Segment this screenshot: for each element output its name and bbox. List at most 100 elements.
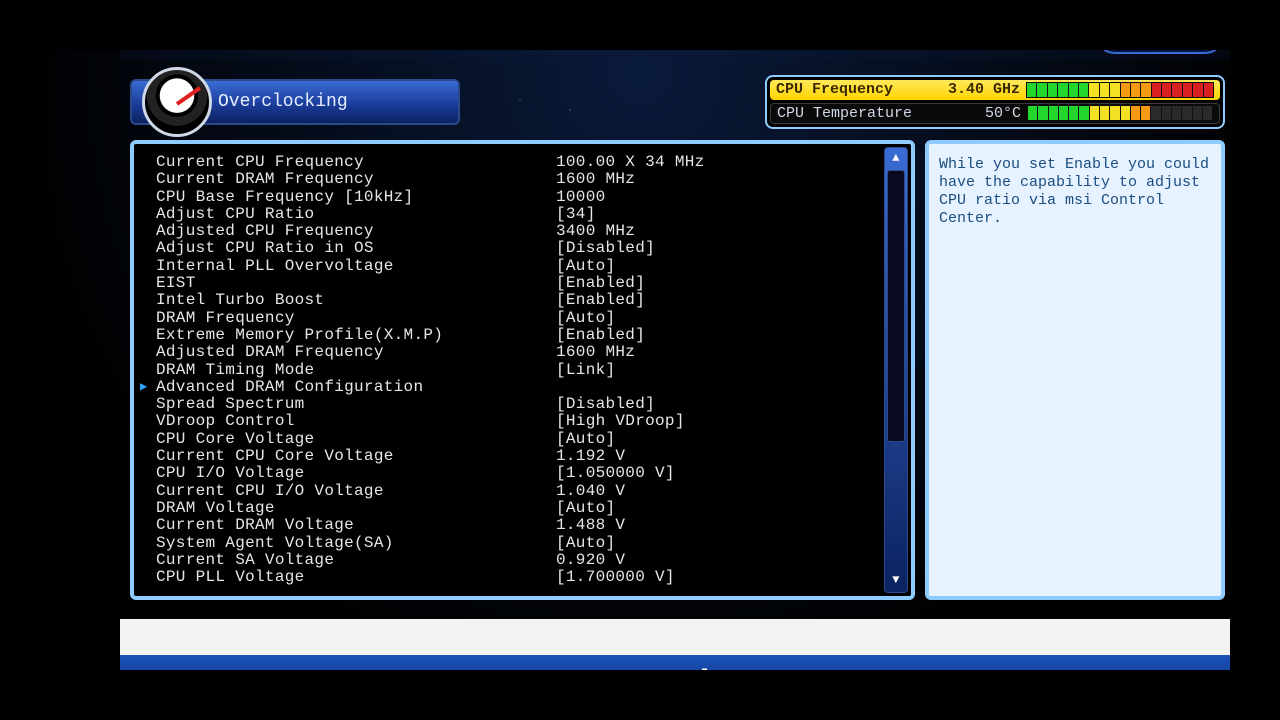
- back-button[interactable]: Back: [1095, 14, 1225, 54]
- setting-value[interactable]: [1.700000 V]: [556, 569, 675, 586]
- setting-key: Current CPU Frequency: [156, 154, 556, 171]
- brand-logo: msi: [642, 662, 707, 704]
- cpu-temperature-value: 50°C: [947, 105, 1027, 122]
- setting-key: Extreme Memory Profile(X.M.P): [156, 327, 556, 344]
- setting-row: Current CPU Core Voltage1.192 V: [156, 448, 899, 465]
- setting-row: Adjusted CPU Frequency3400 MHz: [156, 223, 899, 240]
- setting-value: 0.920 V: [556, 552, 625, 569]
- setting-value[interactable]: [Auto]: [556, 431, 615, 448]
- cpu-temperature-readout: CPU Temperature 50°C: [770, 103, 1220, 125]
- setting-row[interactable]: DRAM Frequency[Auto]: [156, 310, 899, 327]
- setting-value: 100.00 X 34 MHz: [556, 154, 705, 171]
- setting-row[interactable]: CPU I/O Voltage[1.050000 V]: [156, 465, 899, 482]
- setting-value[interactable]: [Disabled]: [556, 396, 655, 413]
- setting-value[interactable]: [Disabled]: [556, 240, 655, 257]
- setting-value: 1600 MHz: [556, 171, 635, 188]
- setting-value: 1.192 V: [556, 448, 625, 465]
- section-title: Overclocking: [218, 92, 348, 112]
- setting-value[interactable]: [Enabled]: [556, 275, 645, 292]
- setting-value[interactable]: 10000: [556, 189, 606, 206]
- overclocking-tab[interactable]: Overclocking: [130, 79, 460, 125]
- setting-value[interactable]: [1.050000 V]: [556, 465, 675, 482]
- cpu-frequency-value: 3.40 GHz: [946, 81, 1026, 98]
- setting-row[interactable]: Adjust CPU Ratio in OS[Disabled]: [156, 240, 899, 257]
- setting-key: CPU Core Voltage: [156, 431, 556, 448]
- setting-key: Current CPU I/O Voltage: [156, 483, 556, 500]
- gauge-icon: [142, 67, 212, 137]
- setting-value: 1.488 V: [556, 517, 625, 534]
- setting-row[interactable]: Internal PLL Overvoltage[Auto]: [156, 258, 899, 275]
- setting-row[interactable]: CPU Core Voltage[Auto]: [156, 431, 899, 448]
- readouts-panel: CPU Frequency 3.40 GHz CPU Temperature 5…: [765, 75, 1225, 129]
- scrollbar[interactable]: ▲▼: [884, 147, 908, 593]
- logo-click-text: CLiCK: [138, 11, 247, 50]
- setting-key: DRAM Frequency: [156, 310, 556, 327]
- setting-key: DRAM Voltage: [156, 500, 556, 517]
- setting-row[interactable]: CPU PLL Voltage[1.700000 V]: [156, 569, 899, 586]
- setting-key: CPU Base Frequency [10kHz]: [156, 189, 556, 206]
- setting-value[interactable]: [Auto]: [556, 310, 615, 327]
- top-bar: CLiCK BIOS Efficient.Flexible.Intelligen…: [120, 0, 1235, 60]
- back-arrow-icon: [1120, 24, 1146, 44]
- setting-row[interactable]: System Agent Voltage(SA)[Auto]: [156, 535, 899, 552]
- setting-row[interactable]: Advanced DRAM Configuration: [156, 379, 899, 396]
- setting-value[interactable]: [Enabled]: [556, 327, 645, 344]
- scroll-track[interactable]: [885, 170, 907, 570]
- setting-key: Adjust CPU Ratio: [156, 206, 556, 223]
- setting-row[interactable]: DRAM Voltage[Auto]: [156, 500, 899, 517]
- setting-key: CPU I/O Voltage: [156, 465, 556, 482]
- setting-row[interactable]: DRAM Timing Mode[Link]: [156, 362, 899, 379]
- setting-key: Adjust CPU Ratio in OS: [156, 240, 556, 257]
- help-panel: While you set Enable you could have the …: [925, 140, 1225, 600]
- setting-key: Internal PLL Overvoltage: [156, 258, 556, 275]
- setting-row: Current DRAM Frequency1600 MHz: [156, 171, 899, 188]
- setting-row: Adjusted DRAM Frequency1600 MHz: [156, 344, 899, 361]
- logo-bios-text: BIOS: [247, 11, 330, 50]
- cpu-frequency-readout: CPU Frequency 3.40 GHz: [770, 80, 1220, 100]
- setting-key: EIST: [156, 275, 556, 292]
- setting-row[interactable]: Extreme Memory Profile(X.M.P)[Enabled]: [156, 327, 899, 344]
- setting-row: Current CPU I/O Voltage1.040 V: [156, 483, 899, 500]
- setting-value[interactable]: [Auto]: [556, 500, 615, 517]
- setting-value[interactable]: [Auto]: [556, 258, 615, 275]
- setting-key: Intel Turbo Boost: [156, 292, 556, 309]
- setting-value[interactable]: [High VDroop]: [556, 413, 685, 430]
- scroll-down-icon[interactable]: ▼: [885, 570, 907, 592]
- setting-value[interactable]: [34]: [556, 206, 596, 223]
- setting-row[interactable]: Spread Spectrum[Disabled]: [156, 396, 899, 413]
- setting-row[interactable]: EIST[Enabled]: [156, 275, 899, 292]
- setting-key: DRAM Timing Mode: [156, 362, 556, 379]
- setting-row: Current CPU Frequency100.00 X 34 MHz: [156, 154, 899, 171]
- setting-row[interactable]: CPU Base Frequency [10kHz]10000: [156, 189, 899, 206]
- setting-value[interactable]: [Link]: [556, 362, 615, 379]
- cpu-frequency-label: CPU Frequency: [776, 81, 946, 98]
- cpu-temperature-bar: [1027, 105, 1213, 121]
- setting-row[interactable]: VDroop Control[High VDroop]: [156, 413, 899, 430]
- setting-value: 1.040 V: [556, 483, 625, 500]
- setting-row[interactable]: Intel Turbo Boost[Enabled]: [156, 292, 899, 309]
- setting-key: Spread Spectrum: [156, 396, 556, 413]
- scroll-thumb[interactable]: [887, 170, 905, 442]
- setting-row[interactable]: Adjust CPU Ratio[34]: [156, 206, 899, 223]
- brand-bar: msi: [120, 655, 1230, 710]
- help-text: While you set Enable you could have the …: [939, 156, 1209, 227]
- scroll-up-icon[interactable]: ▲: [885, 148, 907, 170]
- setting-key: CPU PLL Voltage: [156, 569, 556, 586]
- setting-key: Current DRAM Voltage: [156, 517, 556, 534]
- cpu-frequency-bar: [1026, 82, 1214, 98]
- setting-key: VDroop Control: [156, 413, 556, 430]
- footer-spacer: [120, 619, 1230, 655]
- settings-list[interactable]: Current CPU Frequency100.00 X 34 MHzCurr…: [130, 140, 915, 600]
- setting-key: Adjusted CPU Frequency: [156, 223, 556, 240]
- logo: CLiCK BIOS: [138, 11, 330, 50]
- setting-key: Current DRAM Frequency: [156, 171, 556, 188]
- cpu-temperature-label: CPU Temperature: [777, 105, 947, 122]
- setting-key: Current SA Voltage: [156, 552, 556, 569]
- setting-row: Current DRAM Voltage1.488 V: [156, 517, 899, 534]
- setting-key: System Agent Voltage(SA): [156, 535, 556, 552]
- back-label: Back: [1152, 21, 1201, 47]
- setting-value[interactable]: [Enabled]: [556, 292, 645, 309]
- setting-key: Advanced DRAM Configuration: [156, 379, 556, 396]
- setting-value[interactable]: [Auto]: [556, 535, 615, 552]
- tagline: Efficient.Flexible.Intelligent: [344, 19, 595, 42]
